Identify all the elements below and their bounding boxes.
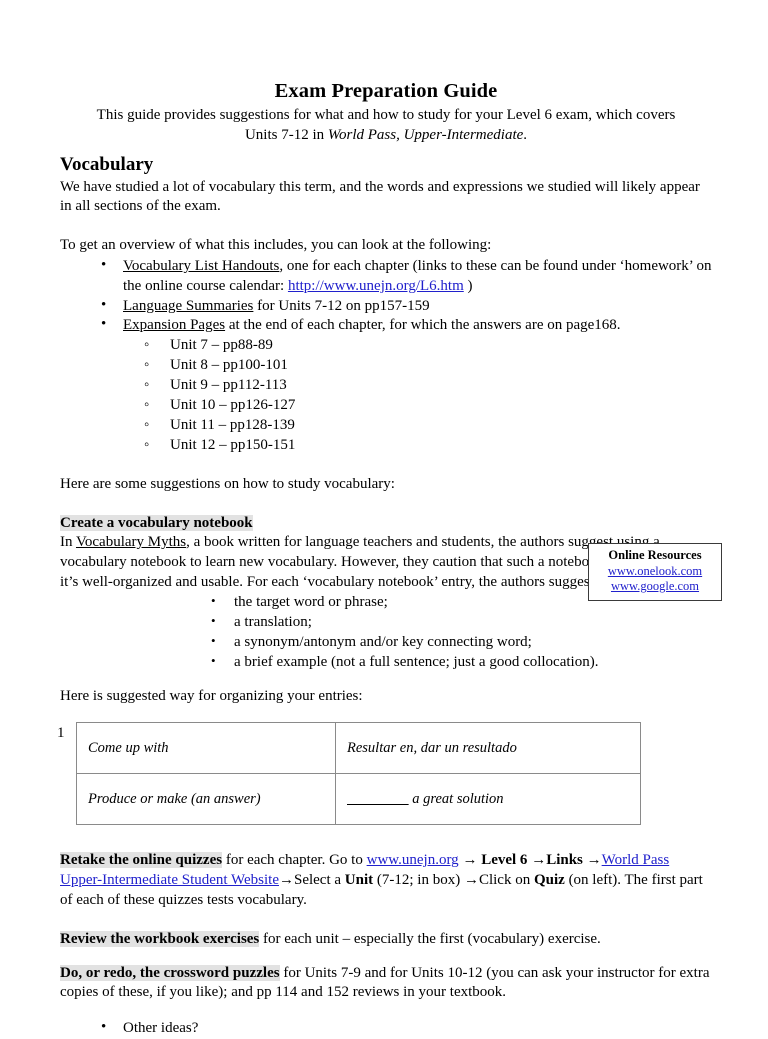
- document-page: Exam Preparation Guide This guide provid…: [0, 0, 768, 1038]
- quizzes-text-3: (7-12; in box) →Click on: [373, 872, 534, 889]
- subtitle-line-1: This guide provides suggestions for what…: [96, 106, 676, 123]
- textbook-title: World Pass, Upper-Intermediate: [327, 126, 524, 143]
- google-link[interactable]: www.google.com: [591, 579, 719, 595]
- list-item: a synonym/antonym and/or key connecting …: [206, 632, 712, 653]
- resource-name: Language Summaries: [123, 297, 254, 314]
- section-heading-vocabulary: Vocabulary: [60, 153, 154, 175]
- study-suggestions-lead: Here are some suggestions on how to stud…: [60, 475, 395, 492]
- page-title: Exam Preparation Guide: [274, 80, 498, 102]
- list-item: Expansion Pages at the end of each chapt…: [92, 315, 712, 336]
- unit-page-list: Unit 7 – pp88-89 Unit 8 – pp100-101 Unit…: [60, 336, 712, 456]
- entry-term-cell: Produce or make (an answer): [76, 773, 336, 825]
- arrow-2: →: [527, 852, 547, 869]
- other-ideas-list: Other ideas?: [60, 1018, 712, 1039]
- table-row: Come up with Resultar en, dar un resulta…: [76, 722, 641, 774]
- list-item: a translation;: [206, 612, 712, 633]
- subtitle-line-2-suffix: .: [523, 126, 528, 143]
- notebook-heading: Create a vocabulary notebook: [60, 514, 712, 534]
- table-row-number: 1: [57, 725, 65, 741]
- resource-text-after: ): [463, 277, 473, 294]
- list-item: Language Summaries for Units 7-12 on pp1…: [92, 296, 712, 317]
- crossword-heading-text: Do, or redo, the crossword puzzles: [60, 964, 280, 981]
- crossword-paragraph: Do, or redo, the crossword puzzles for U…: [60, 964, 712, 1004]
- list-item: a brief example (not a full sentence; ju…: [206, 652, 712, 673]
- entry-term-cell: Come up with: [76, 722, 336, 774]
- quiz-label: Quiz: [533, 872, 565, 889]
- notebook-heading-text: Create a vocabulary notebook: [60, 514, 253, 531]
- vocabulary-intro-paragraph: We have studied a lot of vocabulary this…: [60, 178, 700, 215]
- list-item: Unit 9 – pp112-113: [138, 376, 712, 396]
- notebook-text-pre: In: [60, 534, 76, 551]
- level-6-label: Level 6: [481, 852, 528, 869]
- list-item: Unit 11 – pp128-139: [138, 416, 712, 436]
- workbook-heading-text: Review the workbook exercises: [60, 930, 260, 947]
- unejn-site-link[interactable]: www.unejn.org: [367, 852, 459, 868]
- workbook-text: for each unit – especially the first (vo…: [259, 930, 601, 947]
- onelook-link[interactable]: www.onelook.com: [591, 564, 719, 580]
- vocabulary-overview-lead: To get an overview of what this includes…: [60, 237, 492, 254]
- resource-name: Expansion Pages: [123, 317, 226, 334]
- subtitle-line-2-prefix: Units 7-12 in: [244, 126, 328, 143]
- quizzes-heading-text: Retake the online quizzes: [60, 852, 223, 869]
- entries-lead: Here is suggested way for organizing you…: [60, 687, 363, 704]
- list-item: Unit 8 – pp100-101: [138, 356, 712, 376]
- links-label: Links: [546, 852, 583, 869]
- arrow-1: →: [458, 852, 482, 869]
- resource-name: Vocabulary List Handouts: [123, 258, 280, 275]
- online-resources-title: Online Resources: [608, 548, 702, 562]
- book-title: Vocabulary Myths: [75, 534, 187, 551]
- vocabulary-resource-list: Vocabulary List Handouts, one for each c…: [60, 256, 712, 336]
- course-calendar-link[interactable]: http://www.unejn.org/L6.htm: [288, 278, 464, 294]
- quizzes-text-2: Select a: [293, 872, 345, 889]
- list-item: Other ideas?: [92, 1018, 712, 1039]
- unit-label: Unit: [344, 872, 374, 889]
- table-row: Produce or make (an answer) a great solu…: [76, 773, 641, 825]
- online-resources-box: Online Resources www.onelook.com www.goo…: [588, 543, 722, 601]
- entry-example-text: a great solution: [408, 790, 504, 807]
- resource-text: at the end of each chapter, for which th…: [225, 317, 621, 334]
- blank-underscore: [347, 791, 409, 807]
- entry-example-cell: a great solution: [335, 773, 641, 825]
- list-item: Unit 7 – pp88-89: [138, 336, 712, 356]
- arrow-3: →: [582, 852, 602, 869]
- resource-text: for Units 7-12 on pp157-159: [253, 297, 430, 314]
- vocabulary-entry-table: Come up with Resultar en, dar un resulta…: [76, 722, 641, 825]
- list-item: Unit 12 – pp150-151: [138, 436, 712, 456]
- arrow-4: →: [278, 872, 294, 889]
- list-item: Vocabulary List Handouts, one for each c…: [92, 256, 712, 297]
- workbook-paragraph: Review the workbook exercises for each u…: [60, 930, 712, 950]
- document-subtitle: This guide provides suggestions for what…: [60, 106, 712, 146]
- notebook-entry-items: the target word or phrase; a translation…: [60, 592, 712, 673]
- entry-translation-cell: Resultar en, dar un resultado: [335, 722, 641, 774]
- list-item: Unit 10 – pp126-127: [138, 396, 712, 416]
- quizzes-paragraph: Retake the online quizzes for each chapt…: [60, 851, 712, 910]
- quizzes-text-1: for each chapter. Go to: [222, 852, 367, 869]
